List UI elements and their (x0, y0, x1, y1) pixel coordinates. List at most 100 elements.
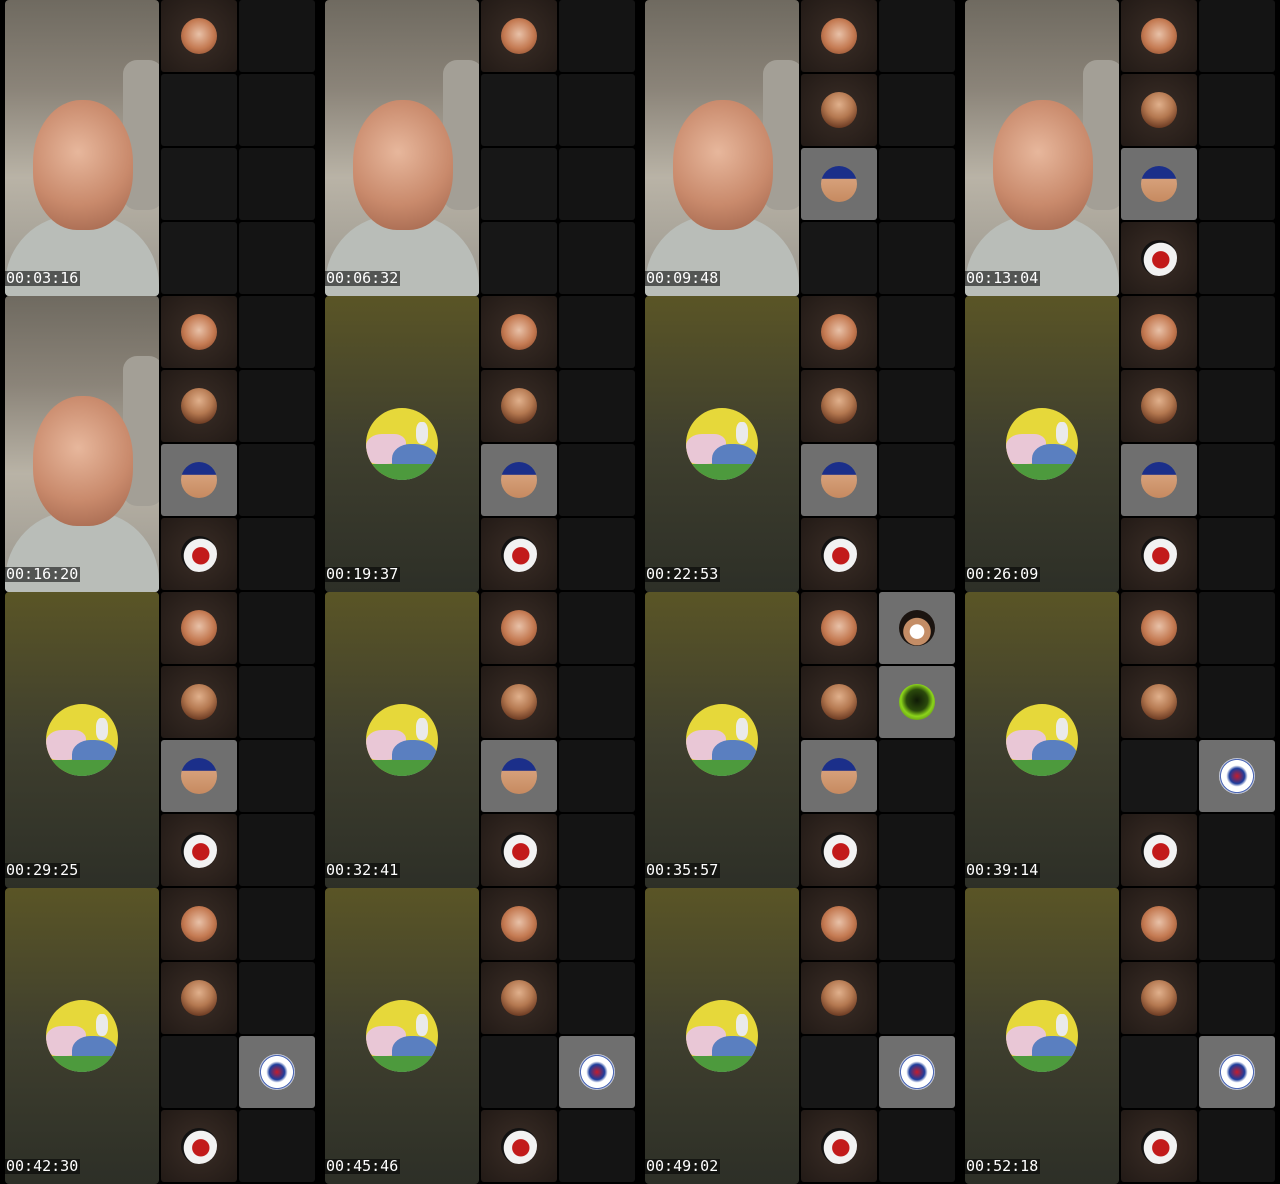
participant-tile[interactable] (1121, 296, 1197, 368)
frame-thumbnail[interactable]: 00:13:04 (960, 0, 1280, 296)
participant-tile[interactable] (481, 370, 557, 442)
empty-participant-tile (559, 962, 635, 1034)
participant-tile[interactable] (161, 518, 237, 590)
participant-tile[interactable] (801, 740, 877, 812)
participant-tile[interactable] (481, 666, 557, 738)
speaker-face (353, 100, 453, 230)
main-avatar-tile (965, 296, 1119, 592)
participant-tile[interactable] (801, 1110, 877, 1182)
participant-tile[interactable] (879, 592, 955, 664)
participant-tile[interactable] (801, 888, 877, 960)
participant-tile[interactable] (161, 1110, 237, 1182)
frame-thumbnail[interactable]: 00:16:20 (0, 296, 320, 592)
participant-tile[interactable] (801, 666, 877, 738)
empty-participant-tile (879, 740, 955, 812)
participant-tile[interactable] (801, 814, 877, 886)
participant-tile[interactable] (801, 148, 877, 220)
participant-tile[interactable] (1121, 962, 1197, 1034)
participant-tile[interactable] (559, 1036, 635, 1108)
frame-thumbnail[interactable]: 00:26:09 (960, 296, 1280, 592)
frame-thumbnail[interactable]: 00:03:16 (0, 0, 320, 296)
main-avatar-tile (325, 592, 479, 888)
frame-thumbnail[interactable]: 00:49:02 (640, 888, 960, 1184)
participant-tile[interactable] (161, 592, 237, 664)
participant-tile[interactable] (481, 888, 557, 960)
participant-tile[interactable] (1121, 370, 1197, 442)
redhead-avatar-icon (1141, 18, 1177, 54)
frame-thumbnail[interactable]: 00:42:30 (0, 888, 320, 1184)
frame-thumbnail[interactable]: 00:32:41 (320, 592, 640, 888)
empty-participant-tile (481, 148, 557, 220)
participant-tile[interactable] (161, 296, 237, 368)
participant-tile[interactable] (1121, 74, 1197, 146)
empty-participant-tile (239, 1110, 315, 1182)
timestamp-label: 00:16:20 (4, 565, 81, 583)
frame-thumbnail[interactable]: 00:19:37 (320, 296, 640, 592)
participant-tile[interactable] (481, 740, 557, 812)
participant-tile[interactable] (1121, 592, 1197, 664)
bearded-man-avatar-icon (1141, 980, 1177, 1016)
participant-tile[interactable] (1121, 148, 1197, 220)
participant-tile[interactable] (161, 962, 237, 1034)
participant-tile[interactable] (801, 444, 877, 516)
participant-tile[interactable] (481, 814, 557, 886)
participant-tile[interactable] (1121, 814, 1197, 886)
empty-participant-tile (801, 1036, 877, 1108)
participant-tile[interactable] (1121, 666, 1197, 738)
participant-tile[interactable] (1121, 0, 1197, 72)
cartoon-avatar-icon (366, 1000, 438, 1072)
participant-tile[interactable] (161, 888, 237, 960)
main-avatar-tile (5, 888, 159, 1184)
participant-tile[interactable] (161, 444, 237, 516)
participant-tile[interactable] (481, 592, 557, 664)
participant-tile[interactable] (161, 370, 237, 442)
participant-tile[interactable] (481, 518, 557, 590)
empty-participant-tile (239, 148, 315, 220)
participant-tile[interactable] (879, 1036, 955, 1108)
frame-thumbnail[interactable]: 00:39:14 (960, 592, 1280, 888)
empty-participant-tile (1199, 962, 1275, 1034)
participant-tile[interactable] (481, 1110, 557, 1182)
frame-thumbnail[interactable]: 00:22:53 (640, 296, 960, 592)
empty-participant-tile (1199, 296, 1275, 368)
participant-tile[interactable] (801, 518, 877, 590)
frame-thumbnail[interactable]: 00:45:46 (320, 888, 640, 1184)
participant-tile[interactable] (801, 74, 877, 146)
empty-participant-tile (559, 666, 635, 738)
participant-tile[interactable] (481, 444, 557, 516)
participant-tile[interactable] (801, 296, 877, 368)
cartoon-avatar-icon (366, 408, 438, 480)
participant-tile[interactable] (239, 1036, 315, 1108)
bearded-man-avatar-icon (821, 388, 857, 424)
participant-tile[interactable] (481, 296, 557, 368)
participant-tile[interactable] (801, 370, 877, 442)
empty-participant-tile (481, 74, 557, 146)
participant-tile[interactable] (481, 962, 557, 1034)
participant-tile[interactable] (161, 0, 237, 72)
participant-tile[interactable] (1121, 1110, 1197, 1182)
frame-thumbnail[interactable]: 00:29:25 (0, 592, 320, 888)
participant-tile[interactable] (801, 962, 877, 1034)
participant-tile[interactable] (879, 666, 955, 738)
main-avatar-tile (325, 296, 479, 592)
empty-participant-tile (559, 1110, 635, 1182)
main-avatar-tile (645, 888, 799, 1184)
participant-tile[interactable] (801, 592, 877, 664)
participant-tile[interactable] (1199, 740, 1275, 812)
participant-tile[interactable] (161, 666, 237, 738)
participant-tile[interactable] (161, 740, 237, 812)
participant-tile[interactable] (481, 0, 557, 72)
participant-tile[interactable] (801, 0, 877, 72)
participant-tile[interactable] (1121, 444, 1197, 516)
participant-tile[interactable] (161, 814, 237, 886)
frame-thumbnail[interactable]: 00:52:18 (960, 888, 1280, 1184)
frame-thumbnail[interactable]: 00:35:57 (640, 592, 960, 888)
frame-thumbnail[interactable]: 00:09:48 (640, 0, 960, 296)
participant-tile[interactable] (1121, 888, 1197, 960)
club-crest-avatar-icon (259, 1054, 295, 1090)
participant-tile[interactable] (1121, 518, 1197, 590)
empty-participant-tile (239, 296, 315, 368)
participant-tile[interactable] (1199, 1036, 1275, 1108)
frame-thumbnail[interactable]: 00:06:32 (320, 0, 640, 296)
participant-tile[interactable] (1121, 222, 1197, 294)
